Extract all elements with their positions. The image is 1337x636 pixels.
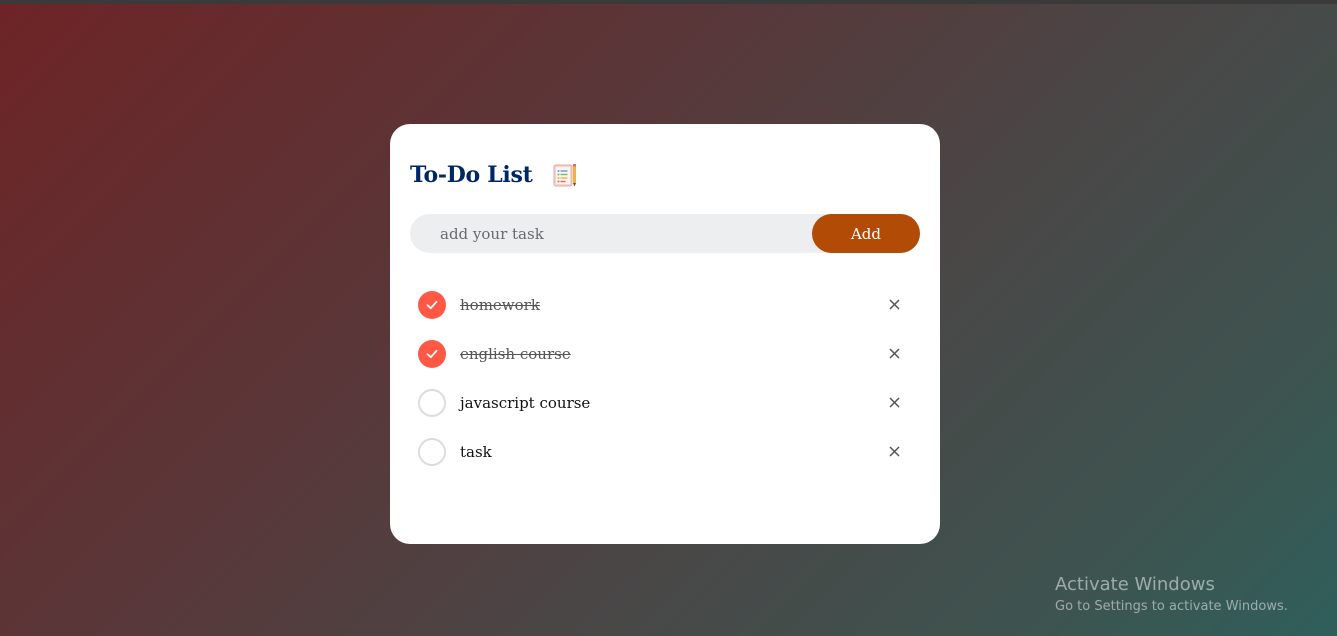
todo-card: To-Do List Add homework english course [390, 124, 940, 544]
task-input[interactable] [410, 214, 812, 253]
task-label: task [460, 442, 492, 461]
watermark-subtitle: Go to Settings to activate Windows. [1055, 599, 1288, 614]
task-label: javascript course [460, 393, 591, 412]
check-icon [426, 300, 438, 309]
add-task-row: Add [410, 214, 920, 253]
task-label: homework [460, 295, 540, 314]
task-item[interactable]: homework [418, 280, 912, 329]
close-icon[interactable] [886, 346, 902, 362]
close-icon[interactable] [886, 444, 902, 460]
window-top-strip [0, 0, 1337, 4]
close-icon[interactable] [886, 395, 902, 411]
windows-activation-watermark: Activate Windows Go to Settings to activ… [1055, 574, 1288, 616]
close-icon[interactable] [886, 297, 902, 313]
task-label: english course [460, 344, 571, 363]
task-checkbox[interactable] [418, 339, 446, 368]
notepad-icon [552, 162, 578, 188]
page-title: To-Do List [410, 162, 533, 188]
add-button[interactable]: Add [812, 214, 920, 253]
task-checkbox[interactable] [418, 388, 446, 417]
title-row: To-Do List [410, 162, 578, 188]
task-item[interactable]: javascript course [418, 378, 912, 427]
task-checkbox[interactable] [418, 290, 446, 319]
check-icon [426, 349, 438, 358]
task-checkbox[interactable] [418, 437, 446, 466]
watermark-title: Activate Windows [1055, 574, 1215, 595]
task-item[interactable]: task [418, 427, 912, 476]
task-item[interactable]: english course [418, 329, 912, 378]
task-list: homework english course javascript course t… [418, 280, 912, 476]
